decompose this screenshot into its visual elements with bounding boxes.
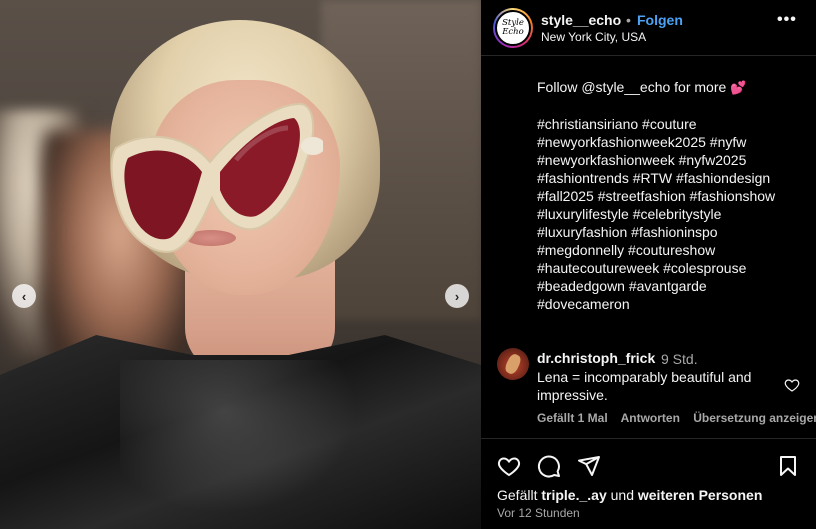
comment-likes-link[interactable]: Gefällt 1 Mal <box>537 411 608 425</box>
caption-text: Follow @style__echo for more <box>537 79 727 95</box>
likes-others-link[interactable]: weiteren Personen <box>638 487 763 503</box>
comment-icon[interactable] <box>537 454 561 478</box>
likes-summary: Gefällt triple._.ay und weiteren Persone… <box>497 487 762 503</box>
bookmark-icon[interactable] <box>776 454 800 478</box>
comment-actions: Gefällt 1 Mal Antworten Übersetzung anze… <box>537 411 816 425</box>
more-horizontal-icon[interactable]: ••• <box>777 11 797 29</box>
hashtag-line[interactable]: #beadedgown #avantgarde <box>537 277 807 295</box>
hashtag-line[interactable]: #christiansiriano #couture <box>537 115 807 133</box>
hashtag-line[interactable]: #megdonnelly #coutureshow <box>537 241 807 259</box>
hashtag-line[interactable]: #dovecameron <box>537 295 807 313</box>
hashtag-line[interactable]: #fall2025 #streetfashion #fashionshow <box>537 187 807 205</box>
separator-dot: • <box>626 12 631 28</box>
post-caption: Follow @style__echo for more 💕 #christia… <box>537 78 807 313</box>
avatar-logo: Style Echo <box>495 10 531 46</box>
commenter-avatar[interactable] <box>497 348 529 380</box>
hashtag-line[interactable]: #luxuryfashion #fashioninspo <box>537 223 807 241</box>
hearts-emoji: 💕 <box>730 80 747 95</box>
hashtag-line[interactable]: #hautecoutureweek #colesprouse <box>537 259 807 277</box>
post-timestamp[interactable]: Vor 12 Stunden <box>497 506 580 520</box>
translate-link[interactable]: Übersetzung anzeigen <box>693 411 816 425</box>
post-header: Style Echo style__echo • Folgen New York… <box>481 0 816 56</box>
share-icon[interactable] <box>577 454 601 478</box>
likes-prefix: Gefällt <box>497 487 538 503</box>
hashtag-line[interactable]: #newyorkfashionweek #nyfw2025 <box>537 151 807 169</box>
chevron-right-icon[interactable]: › <box>445 284 469 308</box>
heart-icon[interactable] <box>497 454 521 478</box>
comment-text: Lena = incomparably beautiful and impres… <box>537 369 752 403</box>
hashtag-line[interactable]: #luxurylifestyle #celebritystyle <box>537 205 807 223</box>
hashtag-line[interactable]: #newyorkfashionweek2025 #nyfw <box>537 133 807 151</box>
caption-first-line: Follow @style__echo for more 💕 <box>537 78 807 97</box>
follow-button[interactable]: Folgen <box>637 12 683 28</box>
comment-time[interactable]: 9 Std. <box>661 351 698 367</box>
hashtag-line[interactable]: #fashiontrends #RTW #fashiondesign <box>537 169 807 187</box>
heart-icon[interactable] <box>784 377 800 393</box>
author-username[interactable]: style__echo <box>541 12 621 28</box>
post-location[interactable]: New York City, USA <box>541 30 646 44</box>
avatar[interactable]: Style Echo <box>493 8 533 48</box>
chevron-left-icon[interactable]: ‹ <box>12 284 36 308</box>
post-actions-footer: Gefällt triple._.ay und weiteren Persone… <box>481 438 816 529</box>
reply-button[interactable]: Antworten <box>621 411 680 425</box>
likes-middle: und <box>610 487 634 503</box>
sunglasses <box>110 102 323 253</box>
post-image[interactable]: ‹ › <box>0 0 481 529</box>
post-side-panel: Style Echo style__echo • Folgen New York… <box>481 0 816 529</box>
commenter-username[interactable]: dr.christoph_frick <box>537 350 655 366</box>
likes-user-link[interactable]: triple._.ay <box>541 487 606 503</box>
dress-shine <box>120 360 380 529</box>
